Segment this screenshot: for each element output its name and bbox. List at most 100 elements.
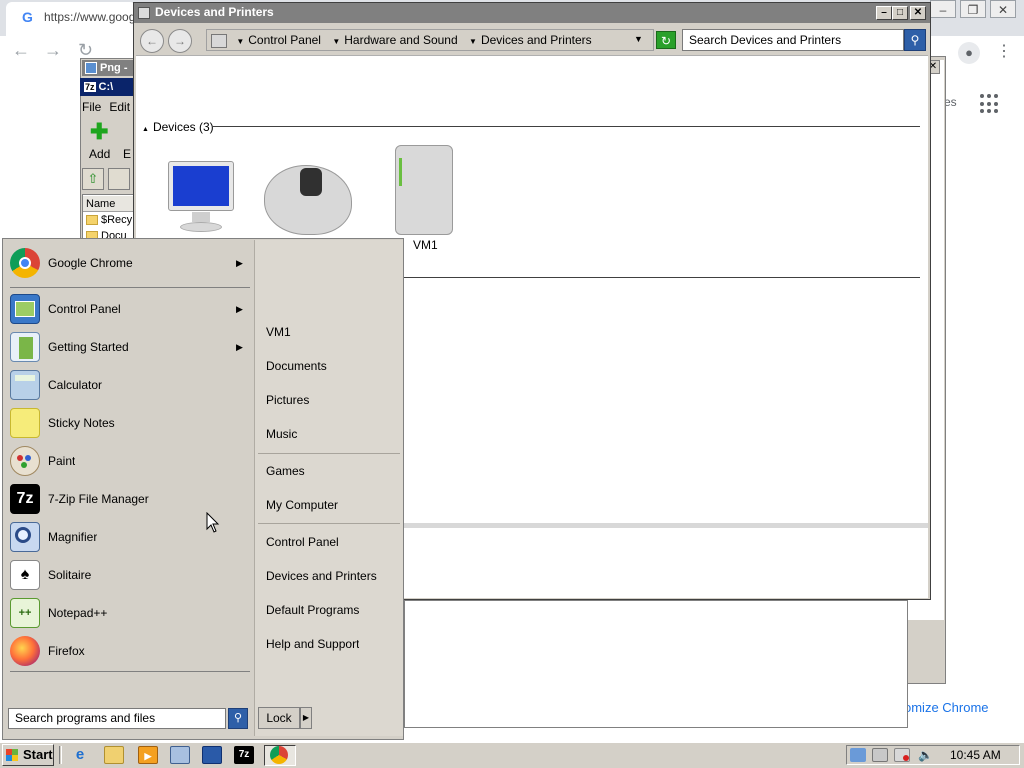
start-menu-separator bbox=[10, 287, 250, 288]
remote-desktop-icon[interactable] bbox=[202, 746, 222, 764]
chevron-down-icon[interactable]: ▼ bbox=[469, 37, 477, 46]
address-dropdown-icon[interactable]: ▼ bbox=[634, 34, 643, 44]
device-tray-icon[interactable] bbox=[872, 748, 888, 762]
chevron-down-icon[interactable]: ▼ bbox=[332, 37, 340, 46]
extract-button-label[interactable]: E bbox=[123, 147, 131, 161]
7zip-icon: 7z bbox=[84, 82, 96, 92]
volume-icon[interactable]: 🔈 bbox=[918, 748, 934, 762]
start-search-input[interactable]: Search programs and files bbox=[8, 708, 226, 729]
start-item-sticky-notes[interactable] bbox=[8, 406, 250, 440]
close-button[interactable]: ✕ bbox=[910, 6, 926, 20]
view-icon[interactable] bbox=[108, 168, 130, 190]
start-item-paint[interactable] bbox=[8, 444, 250, 478]
close-icon[interactable]: ✕ bbox=[990, 0, 1016, 18]
add-icon[interactable]: ✚ bbox=[90, 121, 108, 143]
submenu-arrow-icon: ▶ bbox=[236, 342, 243, 352]
start-item-solitaire[interactable] bbox=[8, 558, 250, 592]
forward-button[interactable]: → bbox=[168, 29, 192, 53]
breadcrumb-item[interactable]: Control Panel bbox=[248, 33, 321, 47]
breadcrumb-item[interactable]: Hardware and Sound bbox=[344, 33, 457, 47]
media-player-icon[interactable]: ▶ bbox=[138, 746, 158, 764]
back-button[interactable]: ← bbox=[140, 29, 164, 53]
devices-group-header[interactable]: ▲ Devices (3) bbox=[142, 120, 214, 134]
search-input[interactable]: Search Devices and Printers bbox=[682, 29, 904, 51]
start-place-games[interactable]: Games bbox=[266, 464, 305, 478]
pane-splitter[interactable] bbox=[404, 523, 928, 528]
google-favicon-icon: G bbox=[22, 9, 33, 25]
start-item-label: Control Panel bbox=[48, 302, 121, 316]
start-menu-separator bbox=[258, 453, 400, 454]
ie-icon[interactable]: e bbox=[70, 746, 90, 764]
zip-window-title[interactable]: 7z C:\ bbox=[80, 78, 136, 96]
chrome-back-icon[interactable]: ← bbox=[12, 40, 30, 61]
start-place-documents[interactable]: Documents bbox=[266, 359, 327, 373]
customize-chrome-button[interactable]: omize Chrome bbox=[904, 700, 989, 715]
breadcrumb-item[interactable]: Devices and Printers bbox=[481, 33, 592, 47]
list-item[interactable]: $Recy bbox=[86, 214, 132, 226]
minimize-button[interactable]: – bbox=[876, 6, 892, 20]
paint-icon bbox=[10, 446, 40, 476]
start-item-getting-started[interactable] bbox=[8, 330, 250, 364]
network-status-icon[interactable] bbox=[894, 748, 910, 762]
firefox-icon bbox=[10, 636, 40, 666]
devices-printers-icon bbox=[138, 7, 150, 19]
windows-logo-icon bbox=[6, 749, 18, 761]
start-item-label: 7-Zip File Manager bbox=[48, 492, 149, 506]
start-place-control-panel[interactable]: Control Panel bbox=[266, 535, 339, 549]
refresh-icon[interactable]: ↻ bbox=[656, 31, 676, 49]
monitor-screen bbox=[173, 166, 229, 206]
restore-icon[interactable]: ❐ bbox=[960, 0, 986, 18]
7zip-icon: 7z bbox=[10, 484, 40, 514]
start-place-music[interactable]: Music bbox=[266, 427, 297, 441]
zip-menu-bar: File Edit bbox=[82, 100, 138, 114]
notepadpp-icon: ++ bbox=[10, 598, 40, 628]
search-icon[interactable]: ⚲ bbox=[228, 708, 248, 729]
apps-grid-icon[interactable] bbox=[980, 94, 1000, 114]
7zip-icon[interactable]: 7z bbox=[234, 746, 254, 764]
start-item-notepadpp[interactable] bbox=[8, 596, 250, 630]
action-center-icon[interactable] bbox=[850, 748, 866, 762]
maximize-button[interactable]: □ bbox=[892, 6, 908, 20]
start-item-label: Getting Started bbox=[48, 340, 129, 354]
clock[interactable]: 10:45 AM bbox=[950, 748, 1001, 762]
group-divider bbox=[404, 277, 920, 278]
lock-options-arrow-icon[interactable]: ▶ bbox=[300, 707, 312, 729]
network-icon[interactable] bbox=[170, 746, 190, 764]
chrome-icon bbox=[270, 746, 288, 764]
start-item-calculator[interactable] bbox=[8, 368, 250, 402]
lock-button[interactable]: Lock bbox=[258, 707, 300, 729]
menu-file[interactable]: File bbox=[82, 100, 101, 114]
search-icon[interactable]: ⚲ bbox=[904, 29, 926, 51]
collapse-icon[interactable]: ▲ bbox=[142, 126, 149, 133]
start-place-devices-printers[interactable]: Devices and Printers bbox=[266, 569, 377, 583]
start-place-vm1[interactable]: VM1 bbox=[266, 325, 291, 339]
chevron-down-icon[interactable]: ▼ bbox=[236, 37, 244, 46]
start-place-help-support[interactable]: Help and Support bbox=[266, 637, 359, 651]
start-item-label: Firefox bbox=[48, 644, 85, 658]
computer-device-icon[interactable] bbox=[395, 145, 453, 235]
start-item-firefox[interactable] bbox=[8, 634, 250, 668]
add-button-label[interactable]: Add bbox=[89, 147, 110, 161]
start-item-control-panel[interactable] bbox=[8, 292, 250, 326]
chrome-window-controls: – ❐ ✕ bbox=[926, 0, 1016, 18]
menu-edit[interactable]: Edit bbox=[109, 100, 130, 114]
chrome-profile-icon[interactable]: ● bbox=[958, 42, 980, 64]
taskbar-grip[interactable] bbox=[59, 746, 62, 764]
mouse-button-shape bbox=[300, 168, 322, 196]
start-place-my-computer[interactable]: My Computer bbox=[266, 498, 338, 512]
chrome-menu-icon[interactable]: ⋮ bbox=[996, 42, 1012, 62]
minimize-icon[interactable]: – bbox=[930, 0, 956, 18]
device-label-vm1[interactable]: VM1 bbox=[413, 238, 438, 252]
chrome-forward-icon[interactable]: → bbox=[44, 40, 62, 61]
up-folder-icon[interactable]: ⇧ bbox=[82, 168, 104, 190]
start-item-label: Paint bbox=[48, 454, 76, 468]
column-header-name[interactable]: Name bbox=[83, 196, 137, 212]
start-place-default-programs[interactable]: Default Programs bbox=[266, 603, 359, 617]
mouse-cursor-icon bbox=[206, 512, 220, 533]
start-place-pictures[interactable]: Pictures bbox=[266, 393, 309, 407]
breadcrumb[interactable]: ▼ Control Panel ▼ Hardware and Sound ▼ Devi… bbox=[206, 29, 654, 51]
background-window-body bbox=[404, 600, 908, 728]
explorer-icon[interactable] bbox=[104, 746, 124, 764]
monitor-stand bbox=[192, 212, 210, 222]
chrome-icon bbox=[10, 248, 40, 278]
